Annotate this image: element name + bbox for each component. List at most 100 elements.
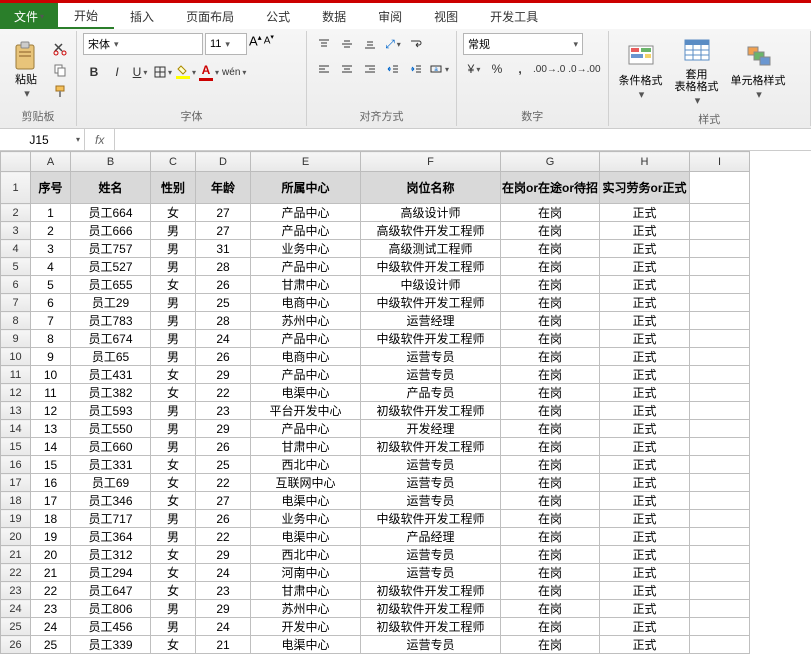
shrink-font-button[interactable]: A▾	[264, 33, 274, 55]
cell[interactable]: 在岗	[501, 384, 600, 402]
cell[interactable]: 10	[31, 366, 71, 384]
cell[interactable]: 员工294	[71, 564, 151, 582]
cell[interactable]: 员工456	[71, 618, 151, 636]
increase-indent-button[interactable]	[405, 58, 427, 80]
cell[interactable]: 在岗	[501, 312, 600, 330]
row-header[interactable]: 24	[1, 600, 31, 618]
cell[interactable]: 在岗	[501, 276, 600, 294]
cell[interactable]: 运营专员	[361, 474, 501, 492]
cell[interactable]: 员工312	[71, 546, 151, 564]
cell[interactable]: 15	[31, 456, 71, 474]
cell[interactable]: 24	[31, 618, 71, 636]
cell[interactable]: 5	[31, 276, 71, 294]
row-header[interactable]: 12	[1, 384, 31, 402]
cell[interactable]	[690, 312, 750, 330]
cell[interactable]: 22	[196, 474, 251, 492]
col-header[interactable]: G	[501, 152, 600, 172]
copy-button[interactable]	[50, 61, 70, 79]
col-header[interactable]: A	[31, 152, 71, 172]
cell[interactable]: 4	[31, 258, 71, 276]
cell[interactable]: 初级软件开发工程师	[361, 600, 501, 618]
cell[interactable]: 运营专员	[361, 348, 501, 366]
cell[interactable]: 正式	[600, 294, 690, 312]
cell[interactable]: 员工69	[71, 474, 151, 492]
cell[interactable]	[690, 510, 750, 528]
cell[interactable]: 中级软件开发工程师	[361, 330, 501, 348]
cell[interactable]: 产品中心	[251, 258, 361, 276]
cell[interactable]: 在岗	[501, 492, 600, 510]
cell[interactable]: 25	[196, 294, 251, 312]
row-header[interactable]: 3	[1, 222, 31, 240]
cell[interactable]: 25	[31, 636, 71, 654]
row-header[interactable]: 15	[1, 438, 31, 456]
cell[interactable]: 在岗	[501, 204, 600, 222]
cell[interactable]	[690, 330, 750, 348]
cell[interactable]: 正式	[600, 330, 690, 348]
cell[interactable]: 正式	[600, 546, 690, 564]
table-header-cell[interactable]: 年龄	[196, 172, 251, 204]
fill-color-button[interactable]: ▾	[175, 61, 197, 83]
cell[interactable]: 男	[151, 240, 196, 258]
cell[interactable]: 29	[196, 420, 251, 438]
cell[interactable]: 正式	[600, 438, 690, 456]
cell[interactable]: 高级软件开发工程师	[361, 222, 501, 240]
cell[interactable]: 在岗	[501, 618, 600, 636]
cell[interactable]: 业务中心	[251, 510, 361, 528]
cell[interactable]	[690, 546, 750, 564]
cell[interactable]: 在岗	[501, 474, 600, 492]
cell[interactable]: 正式	[600, 618, 690, 636]
row-header[interactable]: 23	[1, 582, 31, 600]
decrease-indent-button[interactable]	[382, 58, 404, 80]
cell[interactable]: 正式	[600, 402, 690, 420]
cell[interactable]: 员工666	[71, 222, 151, 240]
row-header[interactable]: 1	[1, 172, 31, 204]
font-name-combo[interactable]: 宋体▾	[83, 33, 203, 55]
cell[interactable]: 员工783	[71, 312, 151, 330]
cell[interactable]: 22	[196, 384, 251, 402]
cell[interactable]: 正式	[600, 222, 690, 240]
cell[interactable]: 13	[31, 420, 71, 438]
cell[interactable]: 甘肃中心	[251, 438, 361, 456]
wrap-text-button[interactable]	[405, 33, 427, 55]
cell[interactable]: 员工806	[71, 600, 151, 618]
row-header[interactable]: 2	[1, 204, 31, 222]
cell[interactable]: 初级软件开发工程师	[361, 402, 501, 420]
cell[interactable]: 在岗	[501, 456, 600, 474]
cell[interactable]: 电商中心	[251, 294, 361, 312]
cell[interactable]: 员工331	[71, 456, 151, 474]
cell[interactable]: 在岗	[501, 438, 600, 456]
cell[interactable]: 运营专员	[361, 546, 501, 564]
cell[interactable]: 在岗	[501, 294, 600, 312]
cell[interactable]: 正式	[600, 600, 690, 618]
cell[interactable]: 正式	[600, 528, 690, 546]
cell[interactable]: 31	[196, 240, 251, 258]
align-top-button[interactable]	[313, 33, 335, 55]
cell[interactable]: 正式	[600, 240, 690, 258]
table-header-cell[interactable]: 性别	[151, 172, 196, 204]
number-format-combo[interactable]: 常规▾	[463, 33, 583, 55]
cell[interactable]: 运营专员	[361, 492, 501, 510]
menu-tab-4[interactable]: 数据	[306, 3, 362, 29]
cell[interactable]: 员工674	[71, 330, 151, 348]
cell[interactable]	[690, 420, 750, 438]
cell[interactable]: 26	[196, 348, 251, 366]
orientation-button[interactable]: ⤢▾	[382, 33, 404, 55]
file-menu[interactable]: 文件▾	[0, 3, 58, 29]
cell[interactable]: 女	[151, 366, 196, 384]
table-header-cell[interactable]: 序号	[31, 172, 71, 204]
cell[interactable]: 28	[196, 258, 251, 276]
cell[interactable]: 男	[151, 600, 196, 618]
grow-font-button[interactable]: A▴	[249, 33, 262, 55]
cell[interactable]: 开发中心	[251, 618, 361, 636]
cell[interactable]: 业务中心	[251, 240, 361, 258]
cell[interactable]: 男	[151, 222, 196, 240]
cell[interactable]: 产品经理	[361, 528, 501, 546]
cell[interactable]: 初级软件开发工程师	[361, 438, 501, 456]
cell[interactable]: 28	[196, 312, 251, 330]
cell-styles-button[interactable]: 单元格样式▾	[727, 39, 790, 103]
cell[interactable]	[690, 456, 750, 474]
name-box[interactable]	[4, 133, 74, 147]
cell[interactable]: 12	[31, 402, 71, 420]
cell[interactable]: 2	[31, 222, 71, 240]
col-header[interactable]: I	[690, 152, 750, 172]
